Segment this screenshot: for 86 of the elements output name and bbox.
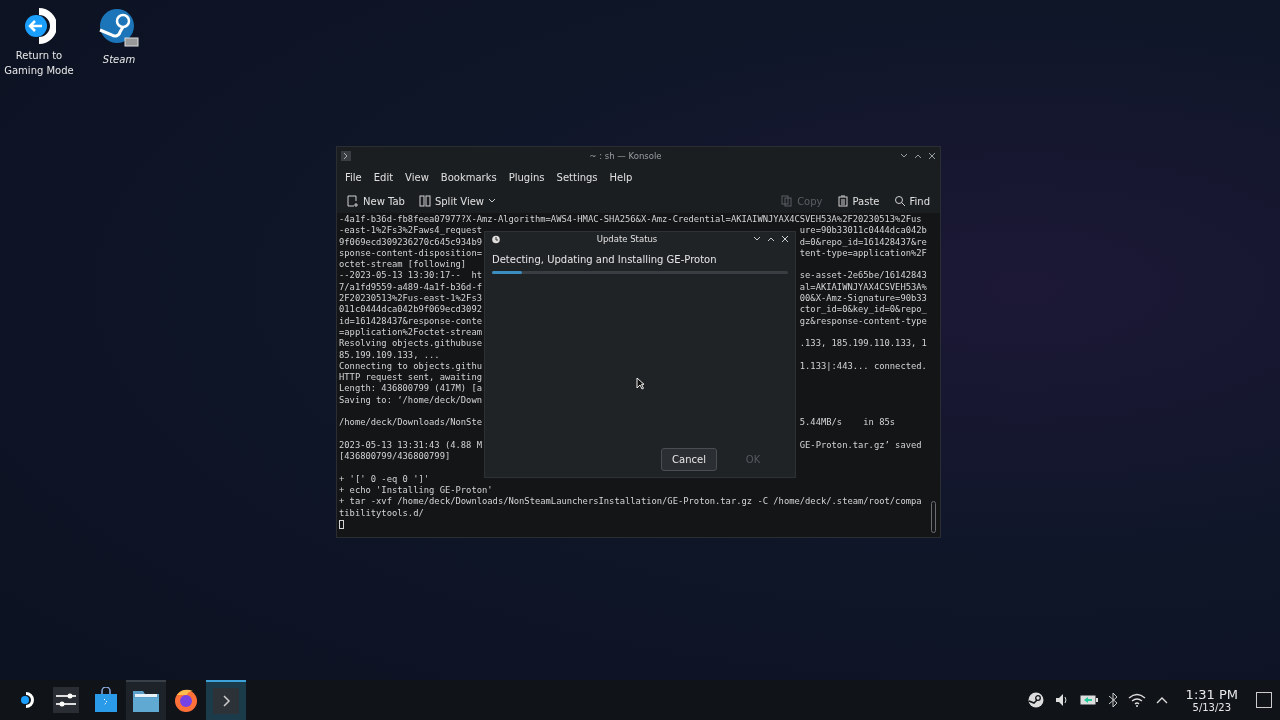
minimize-icon[interactable] [900, 152, 908, 160]
steam-logo-icon [99, 8, 139, 48]
steam-logo-icon[interactable] [1027, 692, 1044, 708]
desktop-icon-label[interactable]: Steam [102, 52, 136, 67]
terminal-text: 2F20230513%2Fus-east-1%2Fs3 [339, 293, 482, 305]
show-desktop-icon[interactable] [1256, 692, 1272, 708]
terminal-text: + echo 'Installing GE-Proton' [339, 485, 493, 497]
sliders-icon [53, 687, 79, 713]
battery-icon[interactable] [1079, 694, 1098, 706]
terminal-text: + '[' 0 -eq 0 ']' [339, 473, 430, 486]
window-title: ~ : sh — Konsole [588, 151, 663, 161]
search-icon [893, 195, 906, 207]
bluetooth-icon[interactable] [1107, 692, 1118, 708]
toolbar-button[interactable]: Paste [832, 193, 884, 209]
desktop-icon-label[interactable]: Return to Gaming Mode [4, 48, 74, 78]
terminal-text: ctor_id=0&key_id=0&repo_ [799, 304, 927, 316]
dropdown-caret-icon[interactable] [488, 198, 496, 204]
text-cursor [339, 520, 344, 529]
terminal-text: Resolving objects.githubuse [339, 338, 482, 350]
terminal-text: Length: 436800799 (417M) [a [339, 383, 482, 395]
clipboard-icon [836, 195, 849, 207]
close-icon[interactable] [928, 152, 936, 160]
terminal-text: 011c0444dca042b9f069ecd3092 [339, 304, 482, 316]
dialog-title: Update Status [595, 234, 659, 244]
terminal-text: id=161428437&response-conte [339, 315, 482, 327]
terminal-text: Connecting to objects.githu [339, 360, 482, 373]
shopping-bag-icon [94, 687, 118, 713]
taskbar-item[interactable] [126, 680, 166, 720]
terminal-text: .133, 185.199.110.133, 1 [799, 338, 927, 350]
wifi-icon[interactable] [1127, 693, 1146, 707]
terminal-text: 2023-05-13 13:31:43 (4.88 M [339, 439, 482, 452]
terminal-text: al=AKIAIWNJYAX4CSVEH53A% [799, 281, 927, 294]
menu-item[interactable]: Help [603, 169, 639, 185]
maximize-icon[interactable] [767, 235, 775, 243]
terminal-text: [436800799/436800799] [339, 451, 451, 463]
clock-time[interactable]: 1:31 PM [1185, 687, 1238, 702]
copy-icon [781, 195, 794, 207]
menu-item[interactable]: Edit [367, 169, 400, 185]
terminal-text: d=0&repo_id=161428437&re [799, 236, 927, 248]
terminal-icon [341, 151, 351, 161]
terminal-text: -east-1%2Fs3%2Faws4_request [339, 225, 482, 237]
terminal-text: tibilitytools.d/ [339, 507, 424, 519]
toolbar-button[interactable]: Split View [414, 193, 500, 209]
minimize-icon[interactable] [753, 235, 761, 243]
dialog-button[interactable]: Cancel [661, 448, 717, 471]
close-icon[interactable] [781, 235, 789, 243]
terminal-text: 7/a1fd9559-a489-4a1f-b36d-f [339, 281, 482, 294]
speaker-icon[interactable] [1053, 692, 1070, 708]
menu-item[interactable]: Plugins [502, 169, 551, 185]
terminal-text: gz&response-content-type [799, 315, 927, 327]
folder-icon [132, 689, 160, 713]
menu-item[interactable]: Settings [550, 169, 604, 185]
split-view-icon [418, 195, 431, 207]
terminal-text: -4a1f-b36d-fb8feea07977?X-Amz-Algorithm=AWS4-HMAC-SHA256&X-Amz-Credential=AKIAIWNJYAX4CSVEH53A%2F20230513%2Fus [339, 214, 922, 226]
menu-item[interactable]: File [339, 169, 368, 185]
menu-item[interactable]: View [399, 169, 435, 185]
toolbar-button[interactable]: Find [889, 193, 934, 209]
chevron-up-icon[interactable] [1155, 696, 1168, 704]
terminal-text: GE-Proton.tar.gz’ saved [799, 439, 922, 452]
menu-item[interactable]: Bookmarks [434, 169, 503, 185]
maximize-icon[interactable] [914, 152, 922, 160]
return-arrow-icon [22, 8, 56, 44]
alarm-clock-icon [491, 234, 501, 244]
terminal-text: /home/deck/Downloads/NonSte [339, 417, 482, 429]
terminal-icon [213, 688, 239, 714]
mouse-pointer-icon [636, 377, 645, 390]
terminal-text: HTTP request sent, awaiting [339, 372, 482, 384]
terminal-text: 85.199.109.133, ... [339, 349, 440, 361]
clock-date[interactable]: 5/13/23 [1192, 702, 1232, 713]
terminal-text: sponse-content-disposition= [339, 247, 482, 260]
terminal-text: 00&X-Amz-Signature=90b33 [799, 293, 927, 305]
terminal-text: tent-type=application%2F [799, 247, 927, 260]
terminal-text: octet-stream [following] [339, 259, 467, 271]
status-message: Detecting, Updating and Installing GE-Proton [492, 254, 718, 265]
terminal-text: 9f069ecd309236270c645c934b9 [339, 236, 482, 248]
new-tab-icon [347, 195, 359, 207]
terminal-text: =application%2Foctet-stream [339, 326, 482, 339]
terminal-text: 1.133|:443... connected. [799, 360, 927, 373]
terminal-text: --2023-05-13 13:30:17-- ht [339, 270, 482, 282]
terminal-text: ure=90b33011c0444dca042b [799, 225, 927, 237]
terminal-text: Saving to: ‘/home/deck/Down [339, 394, 482, 407]
scrollbar-thumb[interactable] [931, 501, 936, 533]
terminal-text: 5.44MB/s in 85s [799, 417, 896, 429]
terminal-text: se-asset-2e65be/16142843 [799, 270, 927, 282]
toolbar-button[interactable]: New Tab [343, 193, 409, 209]
terminal-text: + tar -xvf /home/deck/Downloads/NonSteamLaunchersInstallation/GE-Proton.tar.gz -C /home/deck/.steam/root/compa [339, 496, 922, 508]
